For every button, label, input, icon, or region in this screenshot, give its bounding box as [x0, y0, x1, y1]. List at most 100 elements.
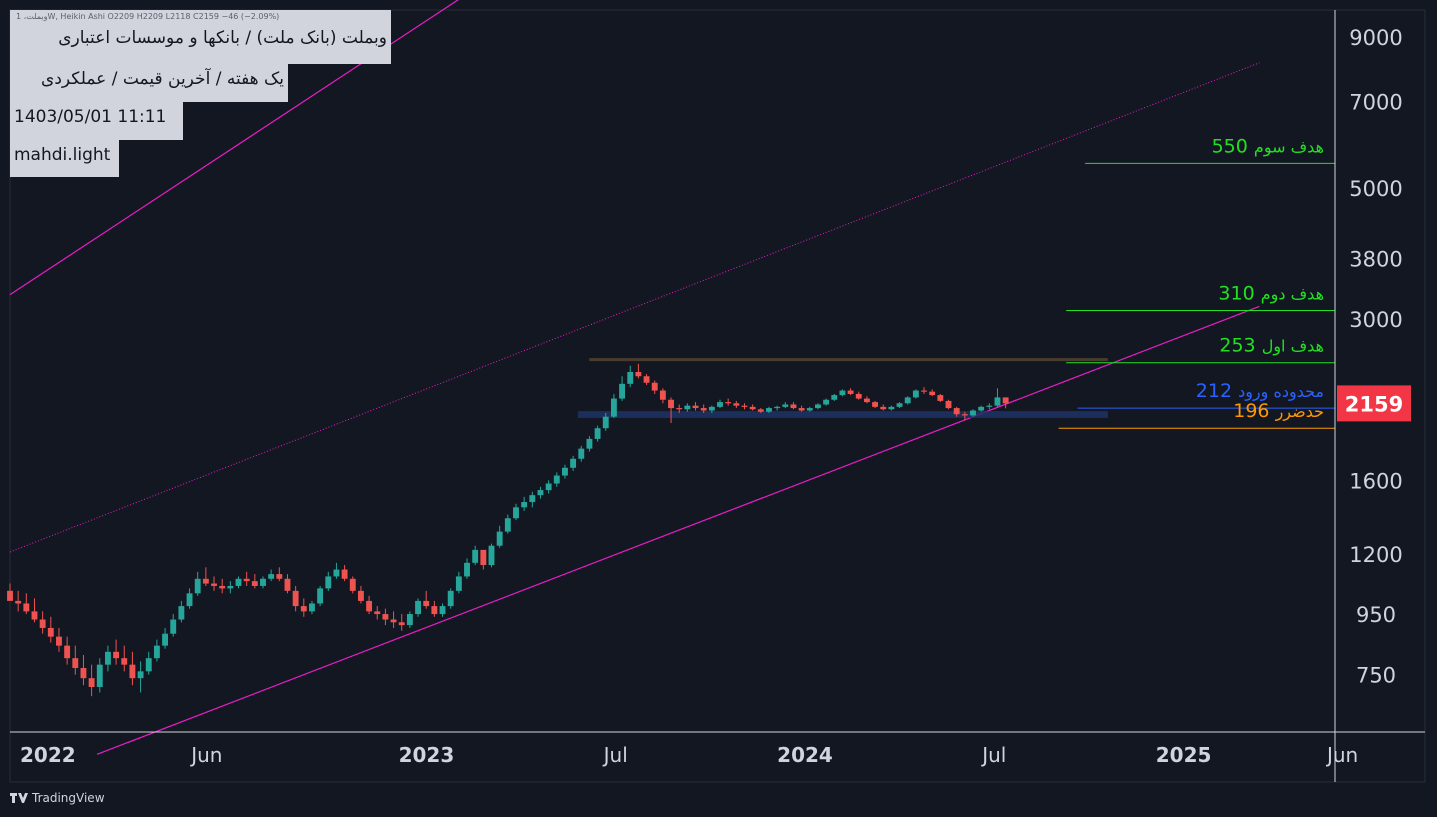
candle-body	[349, 578, 356, 591]
candle-body	[333, 569, 340, 577]
candle-body	[284, 578, 291, 591]
candle-body	[749, 406, 756, 410]
x-tick-label: Jul	[980, 743, 1006, 767]
candle-body	[202, 578, 209, 584]
candle-body	[309, 603, 315, 612]
candle-body	[782, 404, 789, 407]
candle-body	[961, 414, 968, 416]
candle-body	[741, 405, 748, 407]
candle-body	[178, 606, 185, 620]
candle-body	[610, 398, 617, 417]
candle-body	[537, 490, 544, 496]
candle-body	[806, 408, 813, 411]
tradingview-logo-icon	[10, 793, 28, 803]
candle-body	[668, 399, 674, 409]
x-tick-label: Jul	[602, 743, 628, 767]
candle-body	[921, 390, 927, 392]
x-tick-label: Jun	[1325, 743, 1358, 767]
candle-body	[970, 410, 976, 416]
x-tick-label: 2022	[20, 743, 76, 767]
chart-datetime: 1403/05/01 11:11	[10, 102, 183, 140]
candle-body	[219, 585, 226, 589]
x-tick-label: 2025	[1156, 743, 1212, 767]
x-tick-label: 2024	[777, 743, 833, 767]
candle-body	[390, 619, 397, 623]
level-name: هدف اول	[1262, 337, 1324, 357]
candle-body	[137, 671, 144, 679]
candle-body	[953, 408, 960, 415]
candle-body	[251, 581, 258, 586]
candle-body	[374, 611, 381, 615]
candle-body	[627, 371, 634, 384]
level-value: 550	[1212, 135, 1254, 157]
candle-body	[186, 593, 193, 607]
last-price-badge-group: 2159	[1337, 385, 1411, 422]
candle-body	[39, 619, 46, 628]
candle-body	[872, 402, 879, 407]
candle-body	[733, 403, 740, 406]
candle-body	[904, 397, 911, 404]
candle-body	[635, 371, 642, 377]
candle-body	[496, 531, 503, 546]
candle-body	[72, 658, 79, 668]
price-chart[interactable]: 550 هدف سوم 310 هدف دوم 253 هدف اول 212 محد…	[0, 0, 1437, 817]
candle-body	[504, 518, 511, 532]
candle-body	[96, 664, 103, 687]
level-label-3: 253 هدف اول	[1219, 335, 1324, 357]
tradingview-brand: TradingView	[32, 791, 105, 805]
candle-body	[717, 402, 723, 407]
tradingview-footer[interactable]: TradingView	[10, 791, 105, 805]
candle-body	[162, 633, 168, 646]
candle-body	[676, 408, 683, 410]
ohlc-legend: وبملت، 1W, Heikin Ashi O2209 H2209 L2118…	[16, 12, 280, 21]
candle-body	[651, 382, 658, 391]
candle-body	[268, 574, 275, 579]
y-tick-label: 3000	[1349, 308, 1402, 332]
candle-body	[700, 408, 707, 411]
candle-body	[300, 606, 307, 612]
candle-body	[986, 405, 993, 407]
level-value: 310	[1218, 283, 1260, 305]
candle-body	[692, 405, 699, 409]
candle-body	[227, 585, 234, 589]
candle-body	[929, 391, 936, 396]
candle-body	[47, 627, 54, 637]
x-tick-label: Jun	[189, 743, 222, 767]
candle-body	[847, 390, 854, 394]
candle-body	[994, 397, 1001, 406]
y-tick-label: 1600	[1349, 469, 1402, 493]
level-name: هدف سوم	[1254, 137, 1324, 157]
level-label-5: 196 حدضرر	[1233, 400, 1324, 422]
candle-body	[129, 664, 136, 679]
candle-body	[31, 611, 38, 620]
candle-body	[790, 404, 797, 409]
candle-body	[553, 475, 560, 484]
y-tick-label: 950	[1356, 603, 1396, 627]
candle-body	[594, 428, 601, 439]
level-value: 196	[1233, 400, 1275, 422]
candle-body	[1002, 397, 1009, 404]
candle-body	[406, 614, 413, 626]
level-value: 212	[1196, 380, 1238, 402]
candle-body	[880, 406, 887, 410]
y-tick-label: 1200	[1349, 543, 1402, 567]
candle-body	[659, 390, 666, 400]
candle-body	[15, 600, 22, 604]
candle-body	[415, 600, 421, 615]
candle-body	[464, 562, 470, 577]
level-value: 253	[1219, 335, 1261, 357]
level-label-1: 550 هدف سوم	[1212, 135, 1324, 157]
candle-body	[602, 416, 609, 429]
support-zone	[577, 411, 1108, 418]
candle-body	[823, 399, 830, 405]
candle-body	[145, 658, 152, 672]
candle-body	[153, 645, 160, 659]
level-label-2: 310 هدف دوم	[1218, 283, 1324, 305]
candle-body	[276, 574, 283, 579]
candle-body	[88, 678, 95, 687]
candle-body	[912, 390, 919, 398]
candle-body	[513, 507, 519, 519]
candle-body	[798, 408, 805, 411]
candle-body	[586, 438, 593, 449]
candle-body	[398, 622, 405, 626]
